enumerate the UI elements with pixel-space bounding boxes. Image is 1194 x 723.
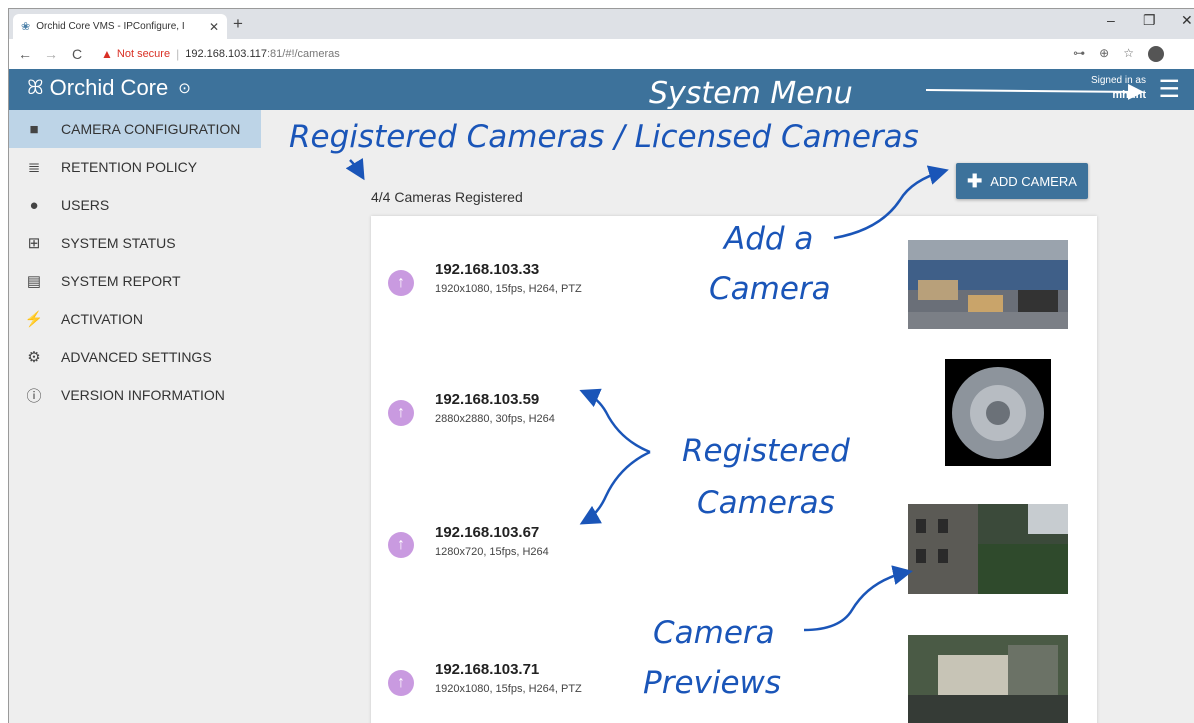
brand-name: Orchid Core xyxy=(49,75,169,100)
camera-preview[interactable] xyxy=(908,240,1068,329)
sidebar-item-label: ACTIVATION xyxy=(61,311,143,327)
reload-icon[interactable]: C xyxy=(67,46,87,62)
zoom-icon[interactable]: ⊕ xyxy=(1099,46,1109,62)
sidebar-item-label: VERSION INFORMATION xyxy=(61,387,225,403)
camera-spec: 1920x1080, 15fps, H264, PTZ xyxy=(435,683,582,695)
browser-window: ❀ Orchid Core VMS - IPConfigure, I ✕ + –… xyxy=(8,8,1194,723)
sidebar-item-version-information[interactable]: ⓘ VERSION INFORMATION xyxy=(9,376,261,414)
sidebar-item-retention-policy[interactable]: ≣ RETENTION POLICY xyxy=(9,148,261,186)
register-camera-icon[interactable]: ↑ xyxy=(388,270,414,296)
profile-avatar[interactable] xyxy=(1148,46,1164,62)
sidebar-item-label: CAMERA CONFIGURATION xyxy=(61,121,241,137)
annotation-camera-previews-1: Camera xyxy=(653,615,775,651)
camera-ip: 192.168.103.33 xyxy=(435,261,540,278)
camera-spec: 1280x720, 15fps, H264 xyxy=(435,546,549,558)
signed-in-info: Signed in as mhunt xyxy=(1091,74,1146,102)
address-bar: ← → C ▲ Not secure | 192.168.103.117:81/… xyxy=(9,39,1194,69)
system-menu-icon[interactable]: ☰ xyxy=(1158,75,1180,104)
url-path: :81/#!/cameras xyxy=(266,48,340,60)
back-icon[interactable]: ← xyxy=(15,46,35,62)
sidebar-item-system-status[interactable]: ⊞ SYSTEM STATUS xyxy=(9,224,261,262)
sidebar-item-users[interactable]: ● USERS xyxy=(9,186,261,224)
minimize-button[interactable]: – xyxy=(1107,12,1115,28)
warning-icon: ▲ xyxy=(101,47,113,61)
forward-icon[interactable]: → xyxy=(41,46,61,62)
plus-icon: ✚ xyxy=(967,170,983,191)
sidebar-item-label: ADVANCED SETTINGS xyxy=(61,349,212,365)
add-camera-button[interactable]: ✚ ADD CAMERA xyxy=(956,163,1088,199)
sidebar-item-camera-configuration[interactable]: ■ CAMERA CONFIGURATION xyxy=(9,110,261,148)
plug-icon: ⚡ xyxy=(24,311,44,328)
brand[interactable]: ꕤ Orchid Core ⊙ xyxy=(27,75,191,101)
signed-in-label: Signed in as xyxy=(1090,75,1146,86)
app-header: ꕤ Orchid Core ⊙ Signed in as mhunt ☰ xyxy=(9,69,1194,110)
tab-bar: ❀ Orchid Core VMS - IPConfigure, I ✕ + –… xyxy=(9,9,1194,39)
camera-preview[interactable] xyxy=(908,635,1068,723)
camera-preview[interactable] xyxy=(908,504,1068,594)
user-icon: ● xyxy=(29,196,39,214)
username: mhunt xyxy=(1112,89,1146,101)
not-secure-label[interactable]: Not secure xyxy=(117,48,170,60)
sidebar-item-system-report[interactable]: ▤ SYSTEM REPORT xyxy=(9,262,261,300)
address-separator: | xyxy=(176,47,180,61)
camera-spec: 2880x2880, 30fps, H264 xyxy=(435,413,555,425)
browser-tab[interactable]: ❀ Orchid Core VMS - IPConfigure, I ✕ xyxy=(13,14,227,39)
report-icon: ▤ xyxy=(26,273,42,290)
sidebar: ■ CAMERA CONFIGURATION ≣ RETENTION POLIC… xyxy=(9,110,261,723)
maximize-button[interactable]: ❐ xyxy=(1143,12,1156,29)
video-camera-icon: ■ xyxy=(29,120,39,138)
camera-spec: 1920x1080, 15fps, H264, PTZ xyxy=(435,283,582,295)
tab-title: Orchid Core VMS - IPConfigure, I xyxy=(36,21,185,32)
gears-icon: ⚙ xyxy=(27,349,41,366)
sidebar-item-label: SYSTEM STATUS xyxy=(61,235,176,251)
camera-ip: 192.168.103.59 xyxy=(435,391,540,408)
camera-preview[interactable] xyxy=(945,359,1051,466)
tab-close-icon[interactable]: ✕ xyxy=(209,20,219,34)
annotation-registered-licensed: Registered Cameras / Licensed Cameras xyxy=(289,119,919,155)
camera-ip: 192.168.103.67 xyxy=(435,524,540,541)
sidebar-item-advanced-settings[interactable]: ⚙ ADVANCED SETTINGS xyxy=(9,338,261,376)
database-icon: ≣ xyxy=(27,159,41,176)
info-icon: ⓘ xyxy=(26,387,42,405)
sidebar-item-activation[interactable]: ⚡ ACTIVATION xyxy=(9,300,261,338)
camera-ip: 192.168.103.71 xyxy=(435,661,540,678)
sidebar-item-label: USERS xyxy=(61,197,110,213)
close-window-button[interactable]: ✕ xyxy=(1181,12,1193,29)
help-icon[interactable]: ⊙ xyxy=(178,79,191,97)
url-field[interactable]: 192.168.103.117:81/#!/cameras xyxy=(185,48,340,60)
new-tab-button[interactable]: + xyxy=(233,14,243,34)
medkit-icon: ⊞ xyxy=(27,235,41,252)
register-camera-icon[interactable]: ↑ xyxy=(388,670,414,696)
orchid-logo-icon: ꕤ xyxy=(27,76,44,99)
register-camera-icon[interactable]: ↑ xyxy=(388,532,414,558)
camera-count: 4/4 Cameras Registered xyxy=(371,189,523,205)
address-actions: ⊶ ⊕ ☆ xyxy=(1073,46,1164,62)
annotation-add-a: Add a xyxy=(724,221,814,257)
register-camera-icon[interactable]: ↑ xyxy=(388,400,414,426)
url-host: 192.168.103.117 xyxy=(185,48,267,60)
annotation-system-menu: System Menu xyxy=(649,76,853,111)
annotation-registered: Registered xyxy=(682,433,850,469)
orchid-favicon-icon: ❀ xyxy=(21,21,31,33)
sidebar-item-label: SYSTEM REPORT xyxy=(61,273,181,289)
annotation-cameras: Cameras xyxy=(697,485,835,521)
annotation-camera: Camera xyxy=(709,271,831,307)
star-icon[interactable]: ☆ xyxy=(1123,46,1134,62)
key-icon[interactable]: ⊶ xyxy=(1073,46,1085,62)
add-camera-label: ADD CAMERA xyxy=(990,173,1077,189)
sidebar-item-label: RETENTION POLICY xyxy=(61,159,198,175)
annotation-camera-previews-2: Previews xyxy=(643,665,782,701)
